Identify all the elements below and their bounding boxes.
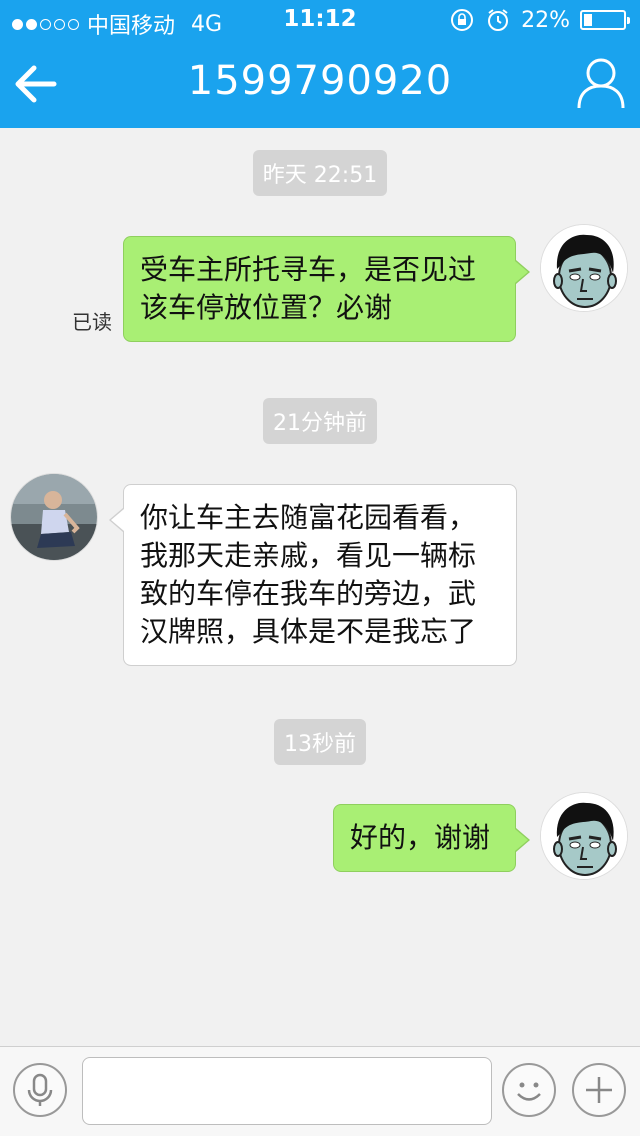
message-bubble-received[interactable]: 你让车主去随富花园看看， 我那天走亲戚，看见一辆标 致的车停在我车的旁边，武 汉… [109,484,517,666]
person-icon [577,58,625,109]
message-bubble-sent[interactable]: 好的，谢谢 [333,804,530,872]
message-timestamp: 昨天 22:51 [0,150,640,196]
battery-percent: 22% [521,7,570,33]
status-bar: 中国移动 4G 11:12 22% [0,0,640,40]
smiley-icon [517,1082,541,1101]
message-line: 致的车停在我车的旁边，武 [140,577,477,610]
voice-input-button[interactable] [13,1063,67,1117]
microphone-icon [27,1073,53,1106]
plus-icon [586,1077,612,1103]
rotation-lock-icon [451,9,474,31]
input-bar [0,1046,640,1136]
message-line: 好的，谢谢 [350,821,491,854]
message-line: 汉牌照，具体是不是我忘了 [140,615,477,648]
message-timestamp: 21分钟前 [0,398,640,444]
photo-avatar-icon [11,474,97,560]
read-receipt: 已读 [72,310,112,334]
message-timestamp: 13秒前 [0,719,640,765]
message-line: 该车停放位置？必谢 [140,291,393,324]
my-avatar[interactable] [540,792,628,880]
contact-avatar[interactable] [10,473,98,561]
message-input[interactable] [82,1057,492,1125]
contact-profile-button[interactable] [576,56,626,110]
message-line: 我那天走亲戚，看见一辆标 [140,539,477,572]
message-line: 受车主所托寻车，是否见过 [140,253,477,286]
message-bubble-sent[interactable]: 受车主所托寻车，是否见过 该车停放位置？必谢 [123,236,530,342]
message-line: 你让车主去随富花园看看， [140,501,477,534]
alarm-icon [488,9,509,31]
nav-bar: 1599790920 [0,40,640,128]
my-avatar[interactable] [540,224,628,312]
chat-title: 1599790920 [187,58,453,104]
cartoon-face-avatar-icon [541,225,627,311]
cartoon-face-avatar-icon [541,793,627,879]
more-options-button[interactable] [572,1063,626,1117]
emoji-button[interactable] [502,1063,556,1117]
battery-icon [580,10,630,30]
top-bar: 中国移动 4G 11:12 22% 1599790920 [0,0,640,128]
